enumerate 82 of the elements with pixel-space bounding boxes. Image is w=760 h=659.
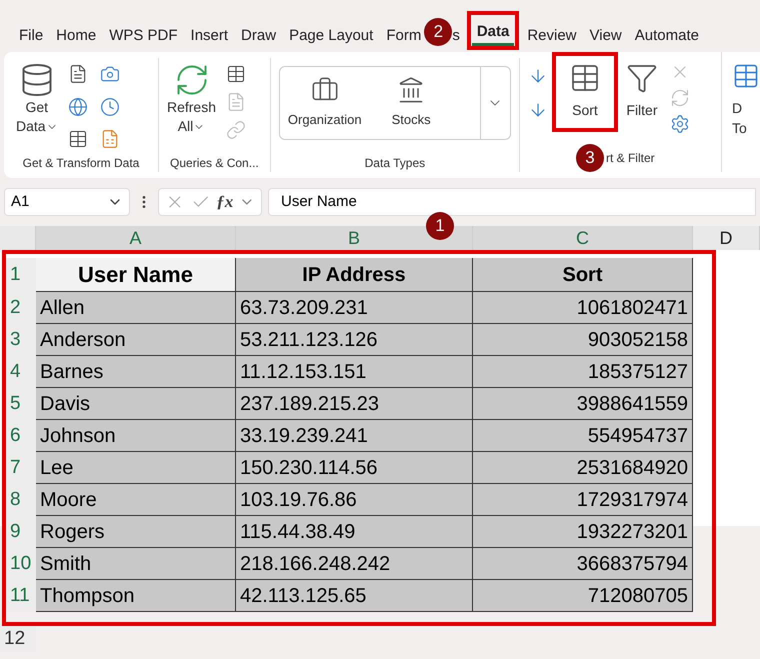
panel-icon[interactable] [226,64,246,84]
table-cell: 11.12.153.151 [236,356,473,388]
ribbon-tab[interactable]: Review [522,22,582,50]
table-cell: 1932273201 [473,516,693,548]
camera-icon[interactable] [100,64,120,84]
step-marker: 3 [576,144,604,172]
table-cell: 237.189.215.23 [236,388,473,420]
row-header[interactable]: 5 [6,388,36,420]
table-cell: Lee [36,452,236,484]
table-cell: Barnes [36,356,236,388]
stocks-button[interactable]: Stocks [370,67,453,139]
table-cell: 554954737 [473,420,693,452]
column-header[interactable]: D [693,226,760,250]
step-marker: 2 [424,18,452,46]
globe-icon[interactable] [68,96,88,117]
table-cell: 712080705 [473,580,693,612]
group-label: Queries & Con... [169,155,260,172]
row-header[interactable]: 8 [6,484,36,516]
row-header[interactable]: 10 [6,548,36,580]
table-cell: 3988641559 [473,388,693,420]
ribbon-tab[interactable]: Draw [236,22,282,50]
group-label: Data Types [364,155,426,172]
ribbon-tab[interactable]: Data [472,18,514,46]
header-cell: IP Address [236,258,473,292]
table-cell: 42.113.125.65 [236,580,473,612]
table-cell: 903052158 [473,324,693,356]
row-header[interactable]: 4 [6,356,36,388]
row-header[interactable]: 6 [6,420,36,452]
table-cell: 150.230.114.56 [236,452,473,484]
row-header[interactable]: 11 [6,580,36,612]
table-cell: 218.166.248.242 [236,548,473,580]
table-cell: Davis [36,388,236,420]
row-header[interactable]: 12 [0,626,36,652]
column-header[interactable]: A [36,226,236,250]
table-cell: 33.19.239.241 [236,420,473,452]
gear-icon[interactable] [670,114,690,134]
table-cell: 53.211.123.126 [236,324,473,356]
row-header[interactable]: 1 [6,258,36,292]
funnel-icon [626,62,658,94]
data-tools-button[interactable]: D To [722,52,760,178]
row-header[interactable]: 9 [6,516,36,548]
table-cell: 185375127 [473,356,693,388]
formula-field[interactable]: User Name [268,188,756,216]
ribbon-tab[interactable]: Home [51,22,102,50]
table-cell: Rogers [36,516,236,548]
insert-function-button[interactable]: ƒx [216,189,234,215]
refresh-all-button[interactable]: Refresh All [166,62,216,154]
table-cell: 1729317974 [473,484,693,516]
get-data-button[interactable]: Get Data [16,62,58,154]
header-cell: User Name [36,258,236,292]
group-label: Get & Transform Data [22,155,140,172]
name-box[interactable]: A1 [4,188,130,216]
table-icon [732,62,760,90]
clock-icon[interactable] [100,96,120,117]
table-cell: 63.73.209.231 [236,292,473,324]
row-header[interactable]: 2 [6,292,36,324]
ribbon-tab[interactable]: Form [381,22,426,50]
table-cell: Moore [36,484,236,516]
organization-button[interactable]: Organization [280,67,370,139]
column-header[interactable]: C [473,226,693,250]
row-header[interactable]: 3 [6,324,36,356]
row-header[interactable]: 7 [6,452,36,484]
table-icon[interactable] [68,129,88,150]
header-cell: Sort [473,258,693,292]
table-cell: 2531684920 [473,452,693,484]
ribbon-tab[interactable]: File [14,22,48,50]
table-cell: 115.44.38.49 [236,516,473,548]
table-cell: 103.19.76.86 [236,484,473,516]
ribbon-tab[interactable]: WPS PDF [104,22,183,50]
table-cell: 3668375794 [473,548,693,580]
ribbon-tab-text[interactable]: s [452,22,464,48]
ribbon-tab[interactable]: Insert [186,22,234,50]
table-cell: Smith [36,548,236,580]
table-cell: Thompson [36,580,236,612]
ribbon-tab[interactable]: View [584,22,627,50]
table-cell: Johnson [36,420,236,452]
ribbon-tab[interactable]: Page Layout [284,22,378,50]
ribbon-tab[interactable]: Automate [630,22,704,50]
table-cell: 1061802471 [473,292,693,324]
table-cell: Allen [36,292,236,324]
sort-button[interactable]: Sort [552,52,618,132]
table-cell: Anderson [36,324,236,356]
